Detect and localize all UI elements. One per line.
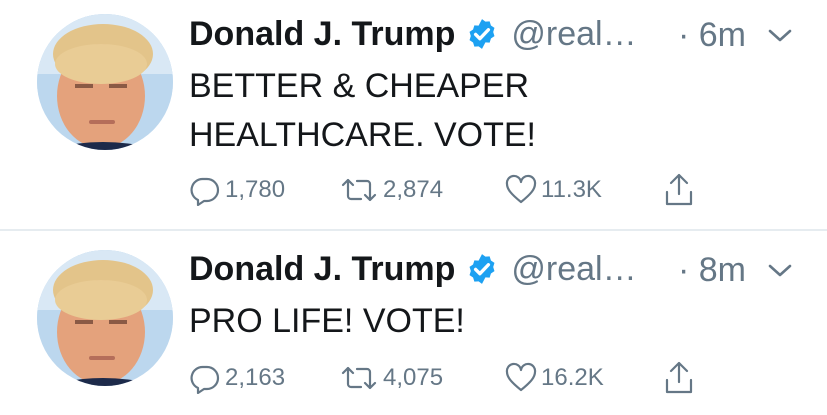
heart-icon [505, 174, 537, 204]
avatar-portrait-icon [37, 14, 173, 150]
reply-count: 2,163 [225, 364, 286, 391]
share-button[interactable] [663, 360, 695, 396]
tweet-actions: 1,780 2,874 11.3K [189, 172, 709, 208]
avatar[interactable] [37, 14, 173, 150]
retweet-count: 4,075 [383, 364, 444, 391]
tweet-text: BETTER & CHEAPER HEALTHCARE. VOTE! [189, 62, 536, 160]
like-button[interactable]: 11.3K [505, 172, 602, 208]
like-count: 16.2K [541, 364, 604, 391]
retweet-button[interactable]: 4,075 [339, 360, 443, 396]
chevron-down-icon[interactable] [767, 263, 793, 279]
share-button[interactable] [663, 172, 695, 208]
chevron-down-icon[interactable] [767, 28, 793, 44]
reply-button[interactable]: 2,163 [189, 360, 285, 396]
verified-badge-icon [469, 19, 495, 49]
reply-icon [190, 177, 220, 206]
share-icon [665, 173, 693, 206]
avatar[interactable] [37, 250, 173, 386]
author-handle[interactable]: @real… [511, 15, 636, 54]
retweet-icon [341, 366, 377, 390]
retweet-button[interactable]: 2,874 [339, 172, 443, 208]
like-button[interactable]: 16.2K [505, 360, 604, 396]
verified-badge-icon [469, 254, 495, 284]
retweet-icon [341, 178, 377, 202]
tweet-header: Donald J. Trump @real… [189, 247, 637, 291]
author-handle[interactable]: @real… [511, 250, 636, 289]
tweet-text-line: HEALTHCARE. VOTE! [189, 116, 536, 154]
share-icon [665, 361, 693, 394]
tweet-header: Donald J. Trump @real… [189, 12, 637, 56]
tweet-actions: 2,163 4,075 16.2K [189, 360, 709, 396]
like-count: 11.3K [541, 176, 602, 203]
author-name[interactable]: Donald J. Trump [189, 15, 455, 54]
tweet-text-line: BETTER & CHEAPER [189, 67, 530, 105]
avatar-portrait-icon [37, 250, 173, 386]
tweet-text: PRO LIFE! VOTE! [189, 297, 465, 346]
reply-button[interactable]: 1,780 [189, 172, 285, 208]
reply-count: 1,780 [225, 176, 286, 203]
tweet-timestamp[interactable]: · 6m [678, 16, 746, 55]
tweet-timestamp[interactable]: · 8m [678, 251, 746, 290]
author-name[interactable]: Donald J. Trump [189, 250, 455, 289]
reply-icon [190, 365, 220, 394]
retweet-count: 2,874 [383, 176, 444, 203]
heart-icon [505, 362, 537, 392]
tweet-text-line: PRO LIFE! VOTE! [189, 302, 465, 340]
